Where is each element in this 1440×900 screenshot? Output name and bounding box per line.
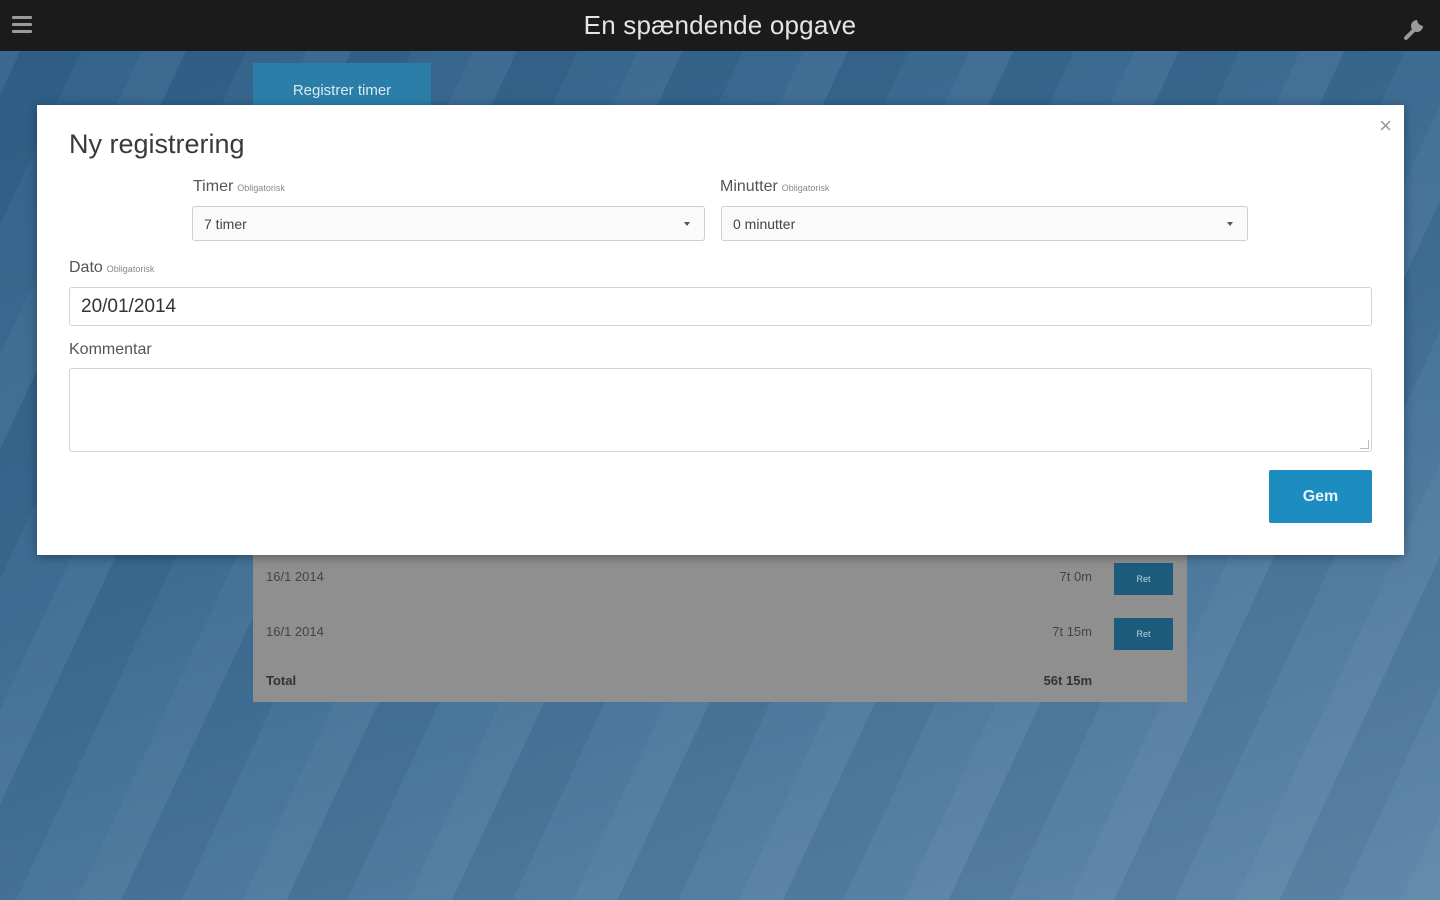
hours-label-text: Timer <box>193 178 234 195</box>
minutes-label-text: Minutter <box>720 178 778 195</box>
total-label: Total <box>266 673 297 688</box>
required-hint: Obligatorisk <box>106 264 155 274</box>
required-hint: Obligatorisk <box>781 183 830 193</box>
edit-button[interactable]: Ret <box>1114 618 1173 650</box>
caret-down-icon <box>684 222 690 226</box>
row-date: 16/1 2014 <box>266 624 324 639</box>
row-hours: 7t 15m <box>1052 624 1092 639</box>
minutes-select-value: 0 minutter <box>733 216 796 232</box>
hours-select-value: 7 timer <box>204 216 247 232</box>
edit-button[interactable]: Ret <box>1114 563 1173 595</box>
date-label: Dato Obligatorisk <box>69 259 154 277</box>
top-bar: En spændende opgave <box>0 0 1440 51</box>
page-title: En spændende opgave <box>583 10 857 40</box>
close-icon[interactable]: × <box>1379 115 1392 137</box>
hours-label: Timer Obligatorisk <box>193 178 285 196</box>
date-field[interactable]: 20/01/2014 <box>69 287 1372 326</box>
required-hint: Obligatorisk <box>237 183 285 193</box>
resize-handle-icon[interactable] <box>1360 440 1369 449</box>
comment-label: Kommentar <box>69 341 152 358</box>
new-registration-dialog: × Ny registrering Timer Obligatorisk 7 ti… <box>37 105 1404 555</box>
wrench-icon[interactable] <box>1400 10 1432 42</box>
row-hours: 7t 0m <box>1059 569 1092 584</box>
table-row: 16/1 2014 7t 0m Ret <box>253 555 1187 609</box>
save-button[interactable]: Gem <box>1269 470 1372 523</box>
total-row: Total 56t 15m <box>253 659 1187 713</box>
hours-select[interactable]: 7 timer <box>192 206 705 241</box>
registrations-table: 16/1 2014 7t 0m Ret 16/1 2014 7t 15m Ret… <box>253 555 1187 702</box>
dialog-title: Ny registrering <box>69 129 245 159</box>
total-hours: 56t 15m <box>1043 673 1092 688</box>
table-row: 16/1 2014 7t 15m Ret <box>253 610 1187 664</box>
date-label-text: Dato <box>69 259 103 276</box>
comment-textarea[interactable] <box>69 368 1372 452</box>
minutes-label: Minutter Obligatorisk <box>720 178 829 196</box>
minutes-select[interactable]: 0 minutter <box>721 206 1248 241</box>
caret-down-icon <box>1227 222 1233 226</box>
row-date: 16/1 2014 <box>266 569 324 584</box>
